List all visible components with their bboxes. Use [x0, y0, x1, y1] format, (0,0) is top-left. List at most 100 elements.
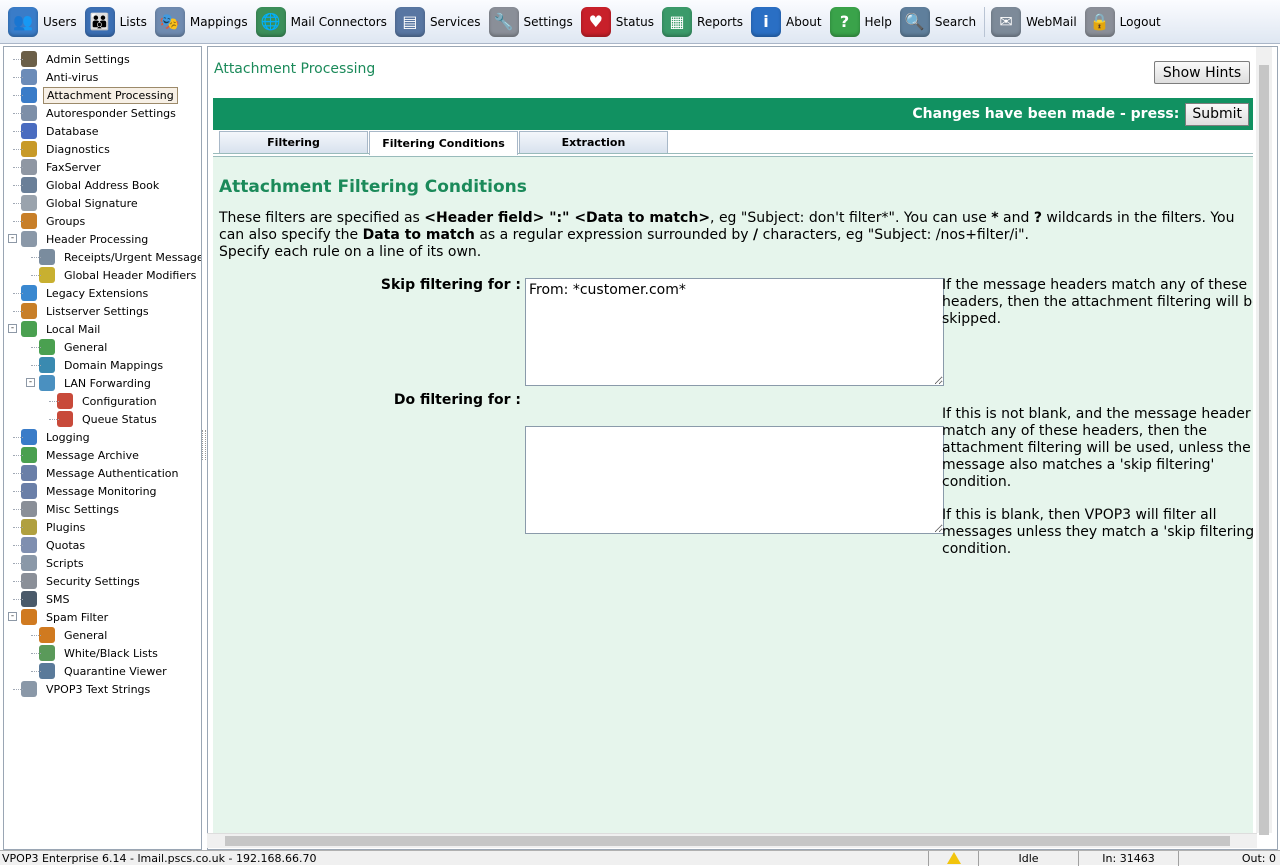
tree-item-admin-settings[interactable]: Admin Settings — [4, 50, 201, 68]
skip-filtering-input[interactable] — [525, 278, 944, 386]
toolbar-webmail-button[interactable]: ✉ WebMail — [991, 2, 1077, 42]
autoresponder-icon — [21, 105, 37, 121]
tree-item-listserver-settings[interactable]: Listserver Settings — [4, 302, 201, 320]
tree-item-queue-status[interactable]: Queue Status — [4, 410, 201, 428]
tab-filtering[interactable]: Filtering — [219, 131, 368, 153]
tab-bar: Filtering Filtering Conditions Extraction — [213, 131, 1253, 155]
tree-guide — [13, 293, 23, 294]
toolbar-mail-connectors-button[interactable]: 🌐 Mail Connectors — [255, 2, 387, 42]
tree-expander[interactable]: - — [8, 612, 17, 621]
tree-expander[interactable]: - — [8, 324, 17, 333]
tree-item-domain-mappings[interactable]: Domain Mappings — [4, 356, 201, 374]
tab-extraction[interactable]: Extraction — [519, 131, 668, 153]
status-bar: VPOP3 Enterprise 6.14 - lmail.pscs.co.uk… — [0, 850, 1280, 866]
message-monitoring-icon — [21, 483, 37, 499]
tree-item-label: LAN Forwarding — [64, 376, 151, 390]
tree-item-anti-virus[interactable]: Anti-virus — [4, 68, 201, 86]
toolbar-users-button[interactable]: 👥 Users — [8, 2, 77, 42]
tree-item-message-authentication[interactable]: Message Authentication — [4, 464, 201, 482]
vertical-scroll-thumb[interactable] — [1259, 65, 1269, 835]
toolbar-services-button[interactable]: ▤ Services — [394, 2, 481, 42]
tree-item-sms[interactable]: SMS — [4, 590, 201, 608]
tree-item-label: Plugins — [46, 520, 86, 534]
tab-filtering-conditions[interactable]: Filtering Conditions — [369, 131, 518, 155]
tree-expander[interactable]: - — [8, 234, 17, 243]
tree-item-label: VPOP3 Text Strings — [46, 682, 151, 696]
tree-guide — [13, 437, 23, 438]
settings-tree[interactable]: Admin Settings Anti-virus Attachment Proce… — [3, 46, 202, 850]
tree-item-white-black-lists[interactable]: White/Black Lists — [4, 644, 201, 662]
tree-item-global-header-modifiers[interactable]: Global Header Modifiers — [4, 266, 201, 284]
tree-item-groups[interactable]: Groups — [4, 212, 201, 230]
toolbar-label: Status — [615, 14, 655, 29]
tree-item-label: Logging — [46, 430, 90, 444]
toolbar-label: Lists — [119, 14, 147, 29]
tree-item-lan-forwarding[interactable]: - LAN Forwarding — [4, 374, 201, 392]
tree-guide — [31, 275, 41, 276]
tree-expander[interactable]: - — [26, 378, 35, 387]
lan-forwarding-icon — [39, 375, 55, 391]
tree-item-vpop3-text-strings[interactable]: VPOP3 Text Strings — [4, 680, 201, 698]
tree-item-configuration[interactable]: Configuration — [4, 392, 201, 410]
toolbar-search-button[interactable]: 🔍 Search — [899, 2, 976, 42]
tree-item-label: Diagnostics — [46, 142, 110, 156]
vertical-scrollbar[interactable] — [1256, 47, 1272, 835]
faxserver-icon — [21, 159, 37, 175]
toolbar-about-button[interactable]: i About — [751, 2, 822, 42]
groups-icon — [21, 213, 37, 229]
tree-item-misc-settings[interactable]: Misc Settings — [4, 500, 201, 518]
toolbar-mappings-button[interactable]: 🎭 Mappings — [154, 2, 248, 42]
toolbar-reports-button[interactable]: ▦ Reports — [662, 2, 743, 42]
tree-item-legacy-extensions[interactable]: Legacy Extensions — [4, 284, 201, 302]
tree-item-receipts-urgent-messages[interactable]: Receipts/Urgent Messages — [4, 248, 201, 266]
outgoing-count: Out: 0 — [1178, 850, 1280, 866]
main-toolbar: 👥 Users 👪 Lists 🎭 Mappings 🌐 Mail Connectors ▤ Se… — [0, 0, 1280, 44]
tree-guide — [13, 77, 23, 78]
tree-item-local-mail[interactable]: - Local Mail — [4, 320, 201, 338]
tree-item-label: Groups — [46, 214, 86, 228]
security-icon — [21, 573, 37, 589]
tree-guide — [31, 347, 41, 348]
tree-item-database[interactable]: Database — [4, 122, 201, 140]
horizontal-scroll-thumb[interactable] — [225, 836, 1230, 846]
toolbar-help-button[interactable]: ? Help — [829, 2, 892, 42]
tree-item-general[interactable]: General — [4, 626, 201, 644]
toolbar-lists-button[interactable]: 👪 Lists — [84, 2, 147, 42]
tree-item-label: Message Archive — [46, 448, 139, 462]
tree-item-security-settings[interactable]: Security Settings — [4, 572, 201, 590]
tree-item-global-signature[interactable]: Global Signature — [4, 194, 201, 212]
tree-item-attachment-processing[interactable]: Attachment Processing — [4, 86, 201, 104]
toolbar-settings-button[interactable]: 🔧 Settings — [488, 2, 573, 42]
tree-item-label: General — [64, 628, 108, 642]
tree-item-diagnostics[interactable]: Diagnostics — [4, 140, 201, 158]
pane-splitter[interactable] — [202, 430, 206, 460]
tree-guide — [13, 527, 23, 528]
skip-filtering-label: Skip filtering for : — [380, 277, 521, 293]
tree-item-autoresponder-settings[interactable]: Autoresponder Settings — [4, 104, 201, 122]
warning-icon — [928, 850, 978, 866]
toolbar-label: Logout — [1119, 14, 1161, 29]
tree-guide — [13, 113, 23, 114]
tree-item-label: Domain Mappings — [64, 358, 164, 372]
toolbar-status-button[interactable]: ♥ Status — [580, 2, 655, 42]
tree-item-general[interactable]: General — [4, 338, 201, 356]
horizontal-scrollbar[interactable] — [207, 833, 1257, 848]
tree-item-header-processing[interactable]: - Header Processing — [4, 230, 201, 248]
tree-item-spam-filter[interactable]: - Spam Filter — [4, 608, 201, 626]
tree-item-faxserver[interactable]: FaxServer — [4, 158, 201, 176]
tree-item-plugins[interactable]: Plugins — [4, 518, 201, 536]
toolbar-logout-button[interactable]: 🔒 Logout — [1084, 2, 1161, 42]
show-hints-button[interactable]: Show Hints — [1154, 61, 1250, 84]
tree-item-logging[interactable]: Logging — [4, 428, 201, 446]
listserver-icon — [21, 303, 37, 319]
lists-icon: 👪 — [84, 6, 115, 37]
tree-item-message-archive[interactable]: Message Archive — [4, 446, 201, 464]
tree-item-quarantine-viewer[interactable]: Quarantine Viewer — [4, 662, 201, 680]
tree-item-message-monitoring[interactable]: Message Monitoring — [4, 482, 201, 500]
do-filtering-input[interactable] — [525, 426, 944, 534]
tree-item-global-address-book[interactable]: Global Address Book — [4, 176, 201, 194]
submit-button[interactable]: Submit — [1185, 102, 1249, 126]
tree-item-scripts[interactable]: Scripts — [4, 554, 201, 572]
tree-item-label: Queue Status — [82, 412, 157, 426]
tree-item-quotas[interactable]: Quotas — [4, 536, 201, 554]
